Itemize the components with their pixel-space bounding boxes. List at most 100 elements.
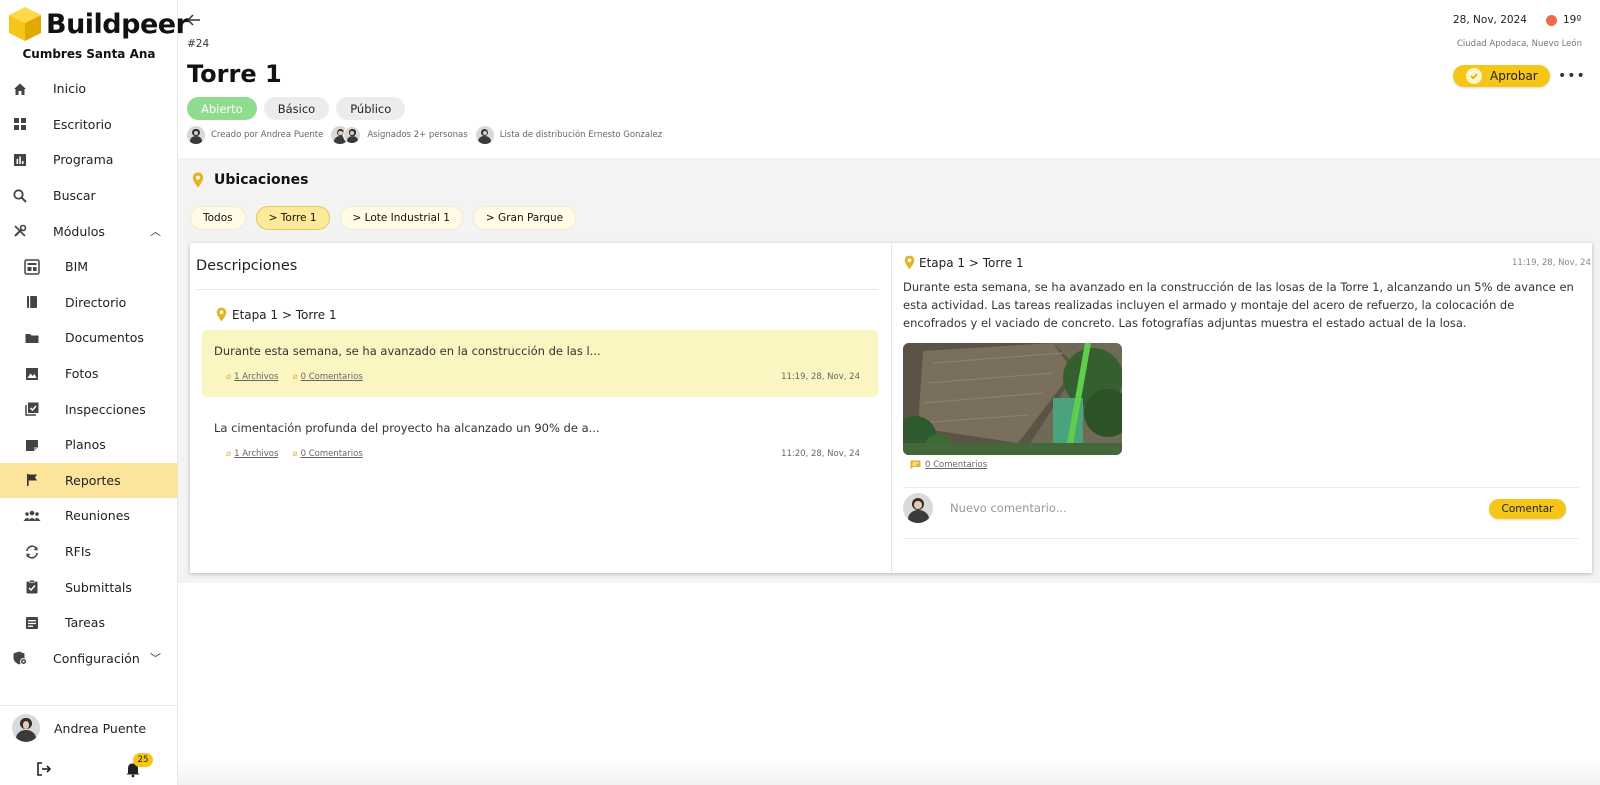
assignees-avatars[interactable] [331,126,362,144]
entry-text: Durante esta semana, se ha avanzado en l… [214,344,601,358]
bim-icon [23,258,41,276]
comment-icon [910,460,921,470]
locations-section-title: Ubicaciones [192,172,308,188]
sidebar-item-label: Documentos [65,330,144,346]
location-pin-icon [904,255,915,270]
user-profile[interactable]: Andrea Puente [12,714,146,742]
paperclip-icon: ⌀ [226,449,232,459]
filter-todos[interactable]: Todos [190,206,246,230]
sidebar-item-directorio[interactable]: Directorio [0,285,178,321]
visibility-badge[interactable]: Público [336,97,406,120]
files-link[interactable]: ⌀ 1 Archivos [226,372,278,382]
paperclip-icon: ⌀ [226,372,232,382]
sidebar-item-label: Módulos [53,223,105,239]
filter-gran-parque[interactable]: > Gran Parque [472,206,577,230]
report-photo[interactable] [903,343,1122,455]
more-options-icon[interactable]: ••• [1558,68,1586,84]
chevron-up-icon[interactable]: ︿ [150,223,161,239]
ticket-number: #24 [187,38,210,50]
detail-location-label: Etapa 1 > Torre 1 [919,255,1024,270]
sidebar-item-label: Programa [53,152,114,168]
sidebar-item-bim[interactable]: BIM [0,249,178,285]
user-name: Andrea Puente [54,720,147,736]
created-by-text: Creado por Andrea Puente [211,130,324,140]
logout-icon[interactable] [35,760,53,778]
sidebar-item-label: Fotos [65,366,99,382]
sidebar-item-inicio[interactable]: Inicio [0,71,178,107]
sidebar-item-label: RFIs [65,544,92,560]
approve-label: Aprobar [1490,69,1538,83]
sidebar-item-label: Buscar [53,188,96,204]
sidebar-item-configuracion[interactable]: Configuración ﹀ [0,641,178,677]
location-pin-icon [192,172,204,188]
image-icon [23,365,41,383]
avatar [343,126,362,144]
sync-icon [23,543,41,561]
cube-logo-icon [9,7,41,41]
distribution-text: Lista de distribución Ernesto Gonzalez [499,130,663,140]
sidebar-item-submittals[interactable]: Submittals [0,569,178,605]
status-chips: Abierto Básico Público [187,97,406,120]
sidebar-user: Andrea Puente [0,705,178,742]
comment-button[interactable]: Comentar [1489,499,1566,519]
entry-links: ⌀ 1 Archivos ⌀ 0 Comentarios [226,372,363,382]
weather-sun-icon [1546,15,1557,26]
dashboard-icon [11,115,29,133]
sidebar-item-programa[interactable]: Programa [0,142,178,178]
entry-timestamp: 11:20, 28, Nov, 24 [781,449,860,459]
sidebar-item-documentos[interactable]: Documentos [0,320,178,356]
photo-comments-link[interactable]: 0 Comentarios [910,460,987,470]
photo-comments-text: 0 Comentarios [925,460,988,470]
brand-logo[interactable]: Buildpeer [8,4,189,44]
chart-icon [11,151,29,169]
sidebar-item-label: Reportes [65,472,121,488]
comments-link[interactable]: ⌀ 0 Comentarios [292,449,362,459]
current-date: 28, Nov, 2024 [1453,14,1527,26]
report-meta: Creado por Andrea Puente Asignados 2+ pe… [187,126,670,144]
status-badge[interactable]: Abierto [187,97,257,120]
avatar [12,714,40,742]
sidebar-item-escritorio[interactable]: Escritorio [0,107,178,143]
priority-badge[interactable]: Básico [263,97,330,120]
sidebar-item-inspecciones[interactable]: Inspecciones [0,391,178,427]
location-filters: Todos > Torre 1 > Lote Industrial 1 > Gr… [190,206,577,230]
detail-body-text: Durante esta semana, se ha avanzado en l… [903,280,1574,330]
filter-lote-industrial-1[interactable]: > Lote Industrial 1 [339,206,463,230]
sidebar-item-fotos[interactable]: Fotos [0,356,178,392]
sidebar-item-buscar[interactable]: Buscar [0,178,178,214]
list-item[interactable]: Durante esta semana, se ha avanzado en l… [202,330,878,397]
search-icon [11,187,29,205]
locations-title-text: Ubicaciones [214,172,309,188]
approve-button[interactable]: Aprobar [1453,65,1550,87]
back-arrow-icon[interactable] [186,12,202,28]
chevron-down-icon[interactable]: ﹀ [150,650,161,666]
sidebar-item-reuniones[interactable]: Reuniones [0,498,178,534]
sidebar-item-modulos[interactable]: Módulos ︿ [0,213,178,249]
book-icon [23,293,41,311]
comments-link[interactable]: ⌀ 0 Comentarios [292,372,362,382]
panel-divider [891,243,892,573]
paperclip-icon: ⌀ [292,449,298,459]
filter-torre-1[interactable]: > Torre 1 [255,206,330,230]
people-icon [23,507,41,525]
assigned-text: Asignados 2+ personas [367,130,468,140]
sidebar-item-rfis[interactable]: RFIs [0,534,178,570]
sidebar-item-label: Reuniones [65,508,130,524]
sidebar-item-label: Directorio [65,294,127,310]
sidebar-item-planos[interactable]: Planos [0,427,178,463]
page-bottom-fade [178,760,1600,785]
comment-input[interactable] [950,498,1470,518]
entry-timestamp: 11:19, 28, Nov, 24 [781,372,860,382]
location-group-label: Etapa 1 > Torre 1 [232,307,337,322]
sidebar-item-label: Planos [65,437,106,453]
sidebar-item-label: Submittals [65,579,132,595]
files-link[interactable]: ⌀ 1 Archivos [226,449,278,459]
list-item[interactable]: La cimentación profunda del proyecto ha … [202,407,878,474]
comment-divider-bottom [903,538,1579,539]
note-icon [23,436,41,454]
sidebar-item-tareas[interactable]: Tareas [0,605,178,641]
comment-divider [903,487,1579,488]
brand-name: Buildpeer [46,8,189,40]
sidebar-item-reportes[interactable]: Reportes [0,462,178,499]
clipboard-check-icon [23,578,41,596]
